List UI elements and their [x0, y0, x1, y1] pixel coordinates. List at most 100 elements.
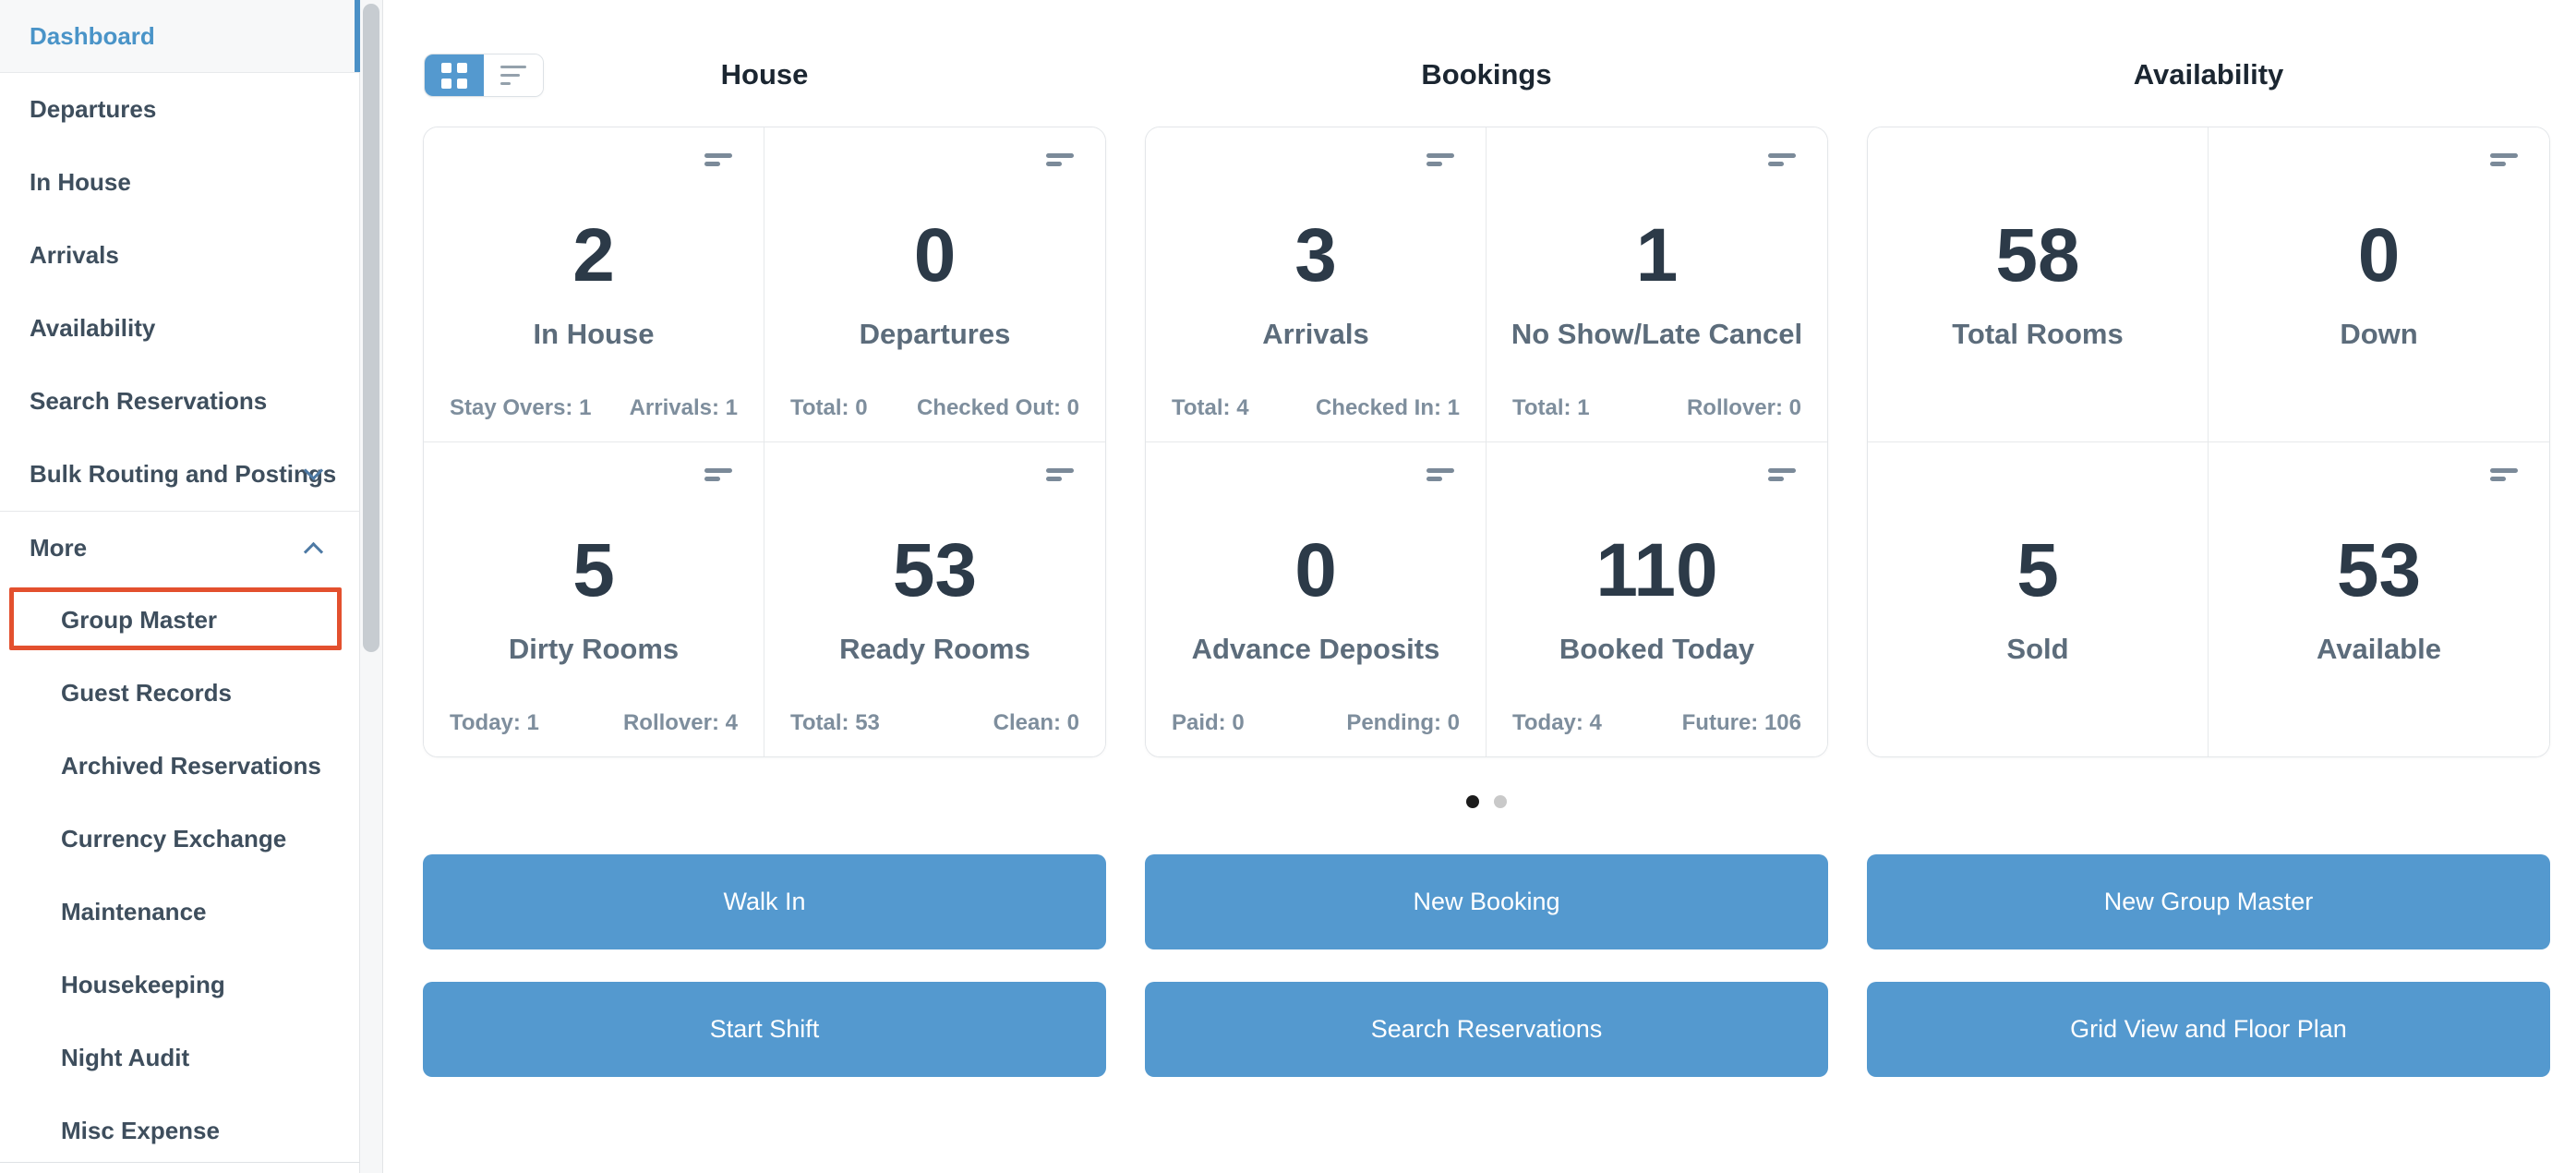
tile-total-rooms[interactable]: 58 Total Rooms — [1868, 127, 2209, 442]
stat-left: Paid: 0 — [1172, 710, 1245, 735]
stat-right: Pending: 0 — [1346, 710, 1460, 735]
bookings-card: 3 Arrivals Total: 4 Checked In: 1 1 No S… — [1145, 127, 1828, 757]
tile-down[interactable]: 0 Down — [2209, 127, 2549, 442]
sidebar-item-maintenance[interactable]: Maintenance — [0, 876, 359, 949]
stat-label: No Show/Late Cancel — [1511, 317, 1803, 350]
stat-left: Total: 4 — [1172, 394, 1249, 420]
stat-label: In House — [533, 317, 655, 350]
stat-label: Arrivals — [1262, 317, 1369, 350]
sidebar-item-label: Availability — [30, 314, 156, 342]
stat-value: 2 — [572, 212, 615, 297]
tile-dirty-rooms[interactable]: 5 Dirty Rooms Today: 1 Rollover: 4 — [424, 441, 764, 756]
stat-left: Total: 53 — [790, 710, 880, 735]
sidebar-nav: Dashboard Departures In House Arrivals A… — [0, 0, 360, 1173]
stat-right: Checked Out: 0 — [916, 394, 1079, 420]
tile-advance-deposits[interactable]: 0 Advance Deposits Paid: 0 Pending: 0 — [1146, 441, 1487, 756]
availability-card: 58 Total Rooms 0 Down 5 Sold 53 Availabl… — [1867, 127, 2550, 757]
stat-right: Arrivals: 1 — [629, 394, 738, 420]
pagination-dot[interactable] — [1494, 795, 1507, 808]
sidebar-item-misc-expense[interactable]: Misc Expense — [0, 1094, 359, 1167]
sidebar-item-night-audit[interactable]: Night Audit — [0, 1022, 359, 1094]
sidebar-item-bulk-routing-and-postings[interactable]: Bulk Routing and Postings — [0, 438, 359, 511]
stat-value: 5 — [2016, 527, 2059, 612]
quick-action-buttons: Walk In New Booking New Group Master Sta… — [423, 854, 2550, 1077]
sidebar-item-label: Group Master — [61, 606, 218, 634]
tile-booked-today[interactable]: 110 Booked Today Today: 4 Future: 106 — [1487, 441, 1827, 756]
sidebar-item-departures[interactable]: Departures — [0, 73, 359, 146]
search-reservations-button[interactable]: Search Reservations — [1145, 982, 1828, 1077]
sidebar-scrollbar-track[interactable] — [360, 0, 383, 1173]
stat-label: Ready Rooms — [839, 632, 1030, 665]
stat-right: Checked In: 1 — [1315, 394, 1460, 420]
chevron-up-icon — [303, 541, 324, 562]
start-shift-button[interactable]: Start Shift — [423, 982, 1106, 1077]
sidebar-item-guest-records[interactable]: Guest Records — [0, 657, 359, 730]
stat-value: 110 — [1595, 527, 1718, 612]
stat-cards-row: 2 In House Stay Overs: 1 Arrivals: 1 0 D… — [423, 127, 2550, 757]
sidebar-item-label: Departures — [30, 95, 157, 123]
tile-available[interactable]: 53 Available — [2209, 441, 2549, 756]
pagination-dot-active[interactable] — [1466, 795, 1479, 808]
house-card: 2 In House Stay Overs: 1 Arrivals: 1 0 D… — [423, 127, 1106, 757]
sidebar-item-label: Night Audit — [61, 1044, 190, 1071]
stat-value: 0 — [1294, 527, 1337, 612]
tile-ready-rooms[interactable]: 53 Ready Rooms Total: 53 Clean: 0 — [764, 441, 1105, 756]
new-group-master-button[interactable]: New Group Master — [1867, 854, 2550, 949]
stat-value: 0 — [913, 212, 957, 297]
stat-value: 53 — [892, 527, 978, 612]
sidebar-item-label: Housekeeping — [61, 971, 225, 998]
tile-in-house[interactable]: 2 In House Stay Overs: 1 Arrivals: 1 — [424, 127, 764, 442]
stat-value: 0 — [2357, 212, 2401, 297]
sidebar-divider — [0, 1162, 360, 1163]
section-title-house: House — [720, 58, 809, 91]
walk-in-button[interactable]: Walk In — [423, 854, 1106, 949]
sidebar-item-currency-exchange[interactable]: Currency Exchange — [0, 803, 359, 876]
stat-label: Total Rooms — [1952, 317, 2124, 350]
sidebar-item-more[interactable]: More — [0, 511, 359, 584]
stat-value: 53 — [2336, 527, 2422, 612]
stat-right: Rollover: 0 — [1686, 394, 1801, 420]
sidebar-item-label: Arrivals — [30, 241, 119, 269]
tile-departures[interactable]: 0 Departures Total: 0 Checked Out: 0 — [764, 127, 1105, 442]
section-titles: House Bookings Availability — [423, 53, 2550, 96]
stat-left: Today: 4 — [1512, 710, 1602, 735]
stat-label: Available — [2317, 632, 2441, 665]
sidebar-item-housekeeping[interactable]: Housekeeping — [0, 949, 359, 1022]
sidebar-item-label: Archived Reservations — [61, 752, 321, 780]
stat-value: 3 — [1294, 212, 1337, 297]
stat-label: Dirty Rooms — [508, 632, 680, 665]
stat-label: Departures — [859, 317, 1011, 350]
dashboard-main: House Bookings Availability 2 In House S… — [423, 0, 2550, 1173]
stat-value: 1 — [1635, 212, 1679, 297]
grid-view-floor-plan-button[interactable]: Grid View and Floor Plan — [1867, 982, 2550, 1077]
sidebar-item-search-reservations[interactable]: Search Reservations — [0, 365, 359, 438]
sidebar-item-label: Misc Expense — [61, 1117, 220, 1144]
sidebar: Dashboard Departures In House Arrivals A… — [0, 0, 383, 1173]
stat-right: Clean: 0 — [993, 710, 1079, 735]
carousel-pagination — [423, 795, 2550, 808]
stat-left: Stay Overs: 1 — [450, 394, 592, 420]
sidebar-item-label: Bulk Routing and Postings — [30, 460, 337, 488]
tile-arrivals[interactable]: 3 Arrivals Total: 4 Checked In: 1 — [1146, 127, 1487, 442]
sidebar-item-label: Maintenance — [61, 898, 207, 925]
stat-left: Total: 1 — [1512, 394, 1590, 420]
sidebar-item-archived-reservations[interactable]: Archived Reservations — [0, 730, 359, 803]
stat-left: Total: 0 — [790, 394, 868, 420]
tile-sold[interactable]: 5 Sold — [1868, 441, 2209, 756]
tile-no-show-late-cancel[interactable]: 1 No Show/Late Cancel Total: 1 Rollover:… — [1487, 127, 1827, 442]
new-booking-button[interactable]: New Booking — [1145, 854, 1828, 949]
stat-label: Booked Today — [1559, 632, 1755, 665]
sidebar-item-label: More — [30, 533, 88, 562]
sidebar-item-availability[interactable]: Availability — [0, 292, 359, 365]
sidebar-item-in-house[interactable]: In House — [0, 146, 359, 219]
section-title-availability: Availability — [2133, 58, 2284, 91]
stat-left: Today: 1 — [450, 710, 539, 735]
sidebar-item-arrivals[interactable]: Arrivals — [0, 219, 359, 292]
sidebar-item-group-master[interactable]: Group Master — [0, 584, 359, 657]
stat-label: Down — [2340, 317, 2418, 350]
sidebar-item-dashboard[interactable]: Dashboard — [0, 0, 360, 73]
section-title-bookings: Bookings — [1421, 58, 1552, 91]
sidebar-item-label: Currency Exchange — [61, 825, 287, 853]
sidebar-scrollbar-thumb[interactable] — [363, 4, 379, 652]
stat-value: 5 — [572, 527, 615, 612]
